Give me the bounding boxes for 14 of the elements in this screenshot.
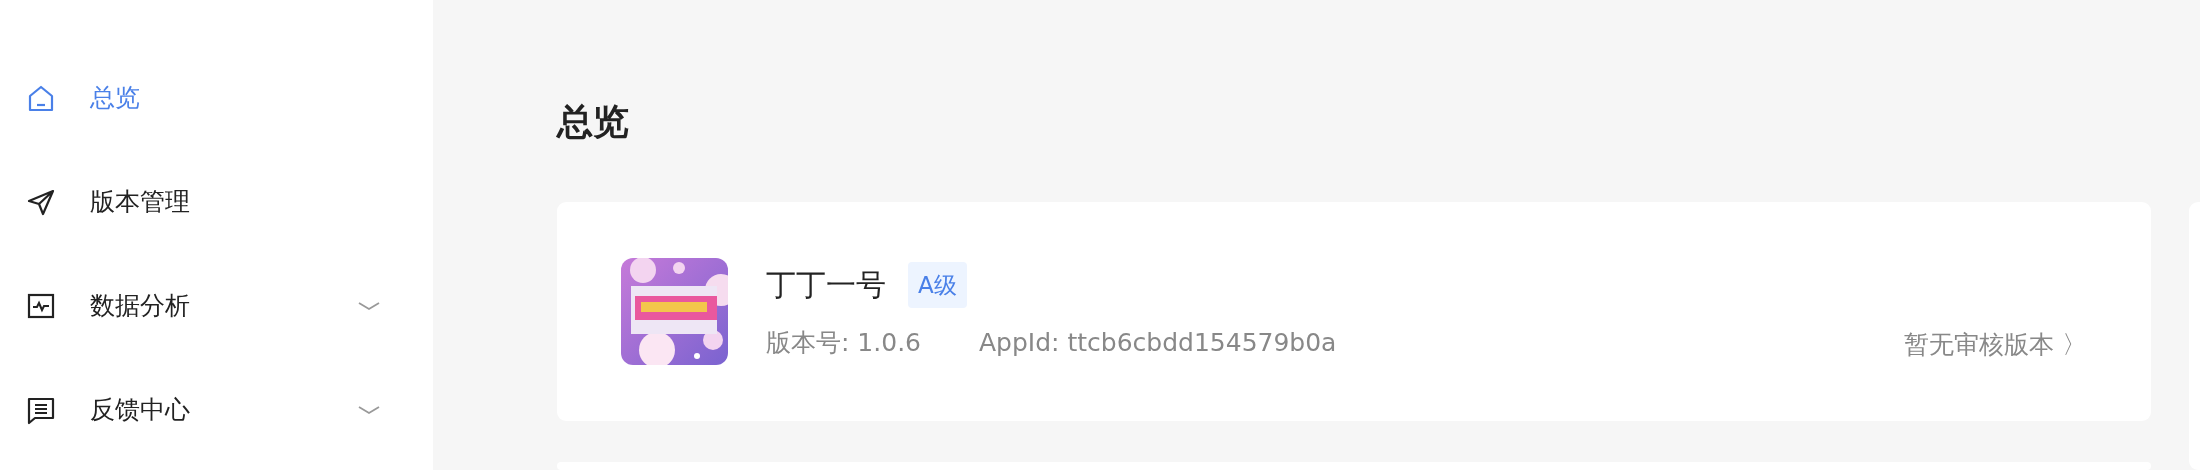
level-badge: A级 (908, 261, 967, 308)
page-title: 总览 (557, 104, 630, 144)
review-link[interactable]: 暂无审核版本 〉 (1904, 325, 2087, 363)
paper-plane-icon (26, 187, 56, 217)
app-name: 丁丁一号 (766, 266, 886, 305)
sidebar-item[interactable]: 版本管理 (0, 150, 433, 254)
sidebar-item[interactable]: 总览 (0, 46, 433, 150)
app-id-text: AppId: ttcb6cbdd154579b0a (979, 327, 1337, 359)
sidebar-item[interactable]: 反馈中心 (0, 358, 433, 462)
message-icon (26, 395, 56, 425)
sidebar-item[interactable]: 数据分析 (0, 254, 433, 358)
version-text: 版本号: 1.0.6 (766, 327, 921, 359)
chart-icon (26, 291, 56, 321)
home-icon (26, 83, 56, 113)
